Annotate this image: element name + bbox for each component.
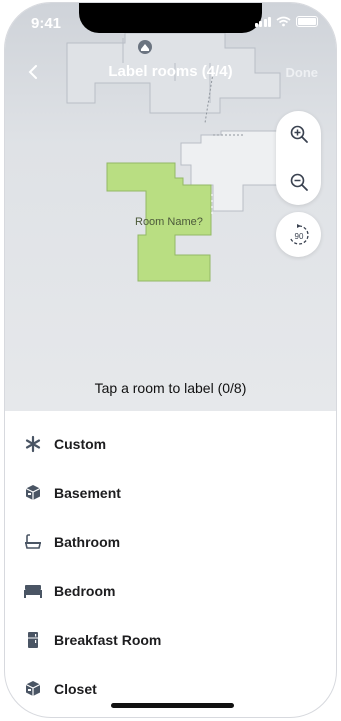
cube-icon — [23, 483, 43, 503]
battery-icon — [296, 16, 318, 27]
status-icons — [254, 16, 318, 27]
room-type-custom[interactable]: Custom — [5, 419, 336, 468]
room-type-label: Closet — [54, 680, 97, 697]
cube-icon — [23, 679, 43, 699]
map-area[interactable]: 9:41 Label rooms (4/4) Done 90 Room Name… — [5, 3, 336, 411]
status-time: 9:41 — [31, 15, 62, 32]
bed-icon — [23, 581, 43, 601]
phone-screen: 9:41 Label rooms (4/4) Done 90 Room Name… — [5, 3, 336, 717]
zoom-in-button[interactable] — [276, 111, 321, 157]
rotate-label: 90 — [294, 232, 303, 241]
home-indicator[interactable] — [111, 703, 234, 708]
room-type-label: Bathroom — [54, 533, 121, 550]
bathtub-icon — [23, 532, 43, 552]
zoom-out-button[interactable] — [276, 159, 321, 205]
room-type-basement[interactable]: Basement — [5, 468, 336, 517]
zoom-in-icon — [290, 125, 308, 143]
refrigerator-icon — [23, 630, 43, 650]
room-type-bathroom[interactable]: Bathroom — [5, 517, 336, 566]
room-name-placeholder: Room Name? — [135, 216, 203, 228]
room-type-breakfast-room[interactable]: Breakfast Room — [5, 615, 336, 664]
signal-icon — [254, 16, 271, 27]
wifi-icon — [276, 16, 291, 27]
hint-text: Tap a room to label (0/8) — [94, 380, 247, 396]
room-type-label: Breakfast Room — [54, 631, 162, 648]
rotate-90-button[interactable]: 90 — [276, 212, 321, 257]
home-marker-icon — [138, 40, 152, 54]
notch — [79, 3, 262, 33]
room-type-label: Custom — [54, 435, 107, 452]
room-type-bedroom[interactable]: Bedroom — [5, 566, 336, 615]
room-type-label: Basement — [54, 484, 121, 501]
room-type-label: Bedroom — [54, 582, 116, 599]
zoom-controls — [276, 111, 321, 205]
rotate-icon: 90 — [289, 223, 309, 245]
zoom-out-icon — [290, 173, 308, 191]
asterisk-icon — [23, 434, 43, 454]
room-type-list: Custom Basement Bathroom Bedroom Breakfa… — [5, 419, 336, 713]
done-button[interactable]: Done — [286, 65, 319, 80]
